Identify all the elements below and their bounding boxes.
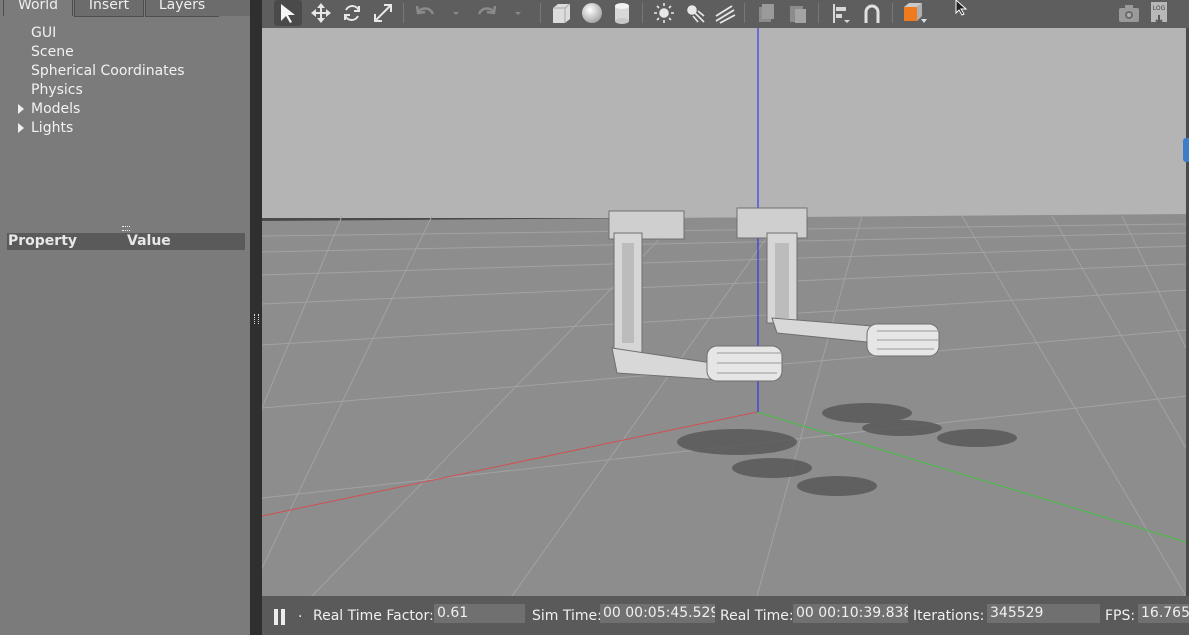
toolbar-separator — [540, 3, 541, 23]
screenshot-icon[interactable] — [1116, 0, 1142, 26]
snap-icon[interactable] — [859, 0, 885, 26]
expand-arrow-icon[interactable] — [18, 123, 24, 133]
paste-icon[interactable] — [786, 0, 810, 26]
sphere-icon[interactable] — [579, 0, 605, 26]
expand-arrow-icon[interactable] — [18, 104, 24, 114]
log-icon[interactable]: LOG — [1146, 0, 1172, 26]
property-column-header[interactable]: Property — [8, 233, 77, 249]
real-time-factor-label: Real Time Factor: — [313, 608, 434, 624]
redo-history-dropdown[interactable] — [512, 0, 524, 26]
align-icon[interactable] — [828, 0, 854, 26]
spot-light-icon[interactable] — [682, 0, 708, 26]
fps-value: 16.765 — [1138, 604, 1189, 623]
log-icon-label: LOG — [1153, 5, 1166, 12]
tree-item-physics[interactable]: Physics — [31, 82, 83, 99]
tree-item-scene[interactable]: Scene — [31, 44, 74, 61]
tab-world[interactable]: World — [3, 0, 73, 16]
value-column-header[interactable]: Value — [127, 233, 171, 249]
toolbar-separator — [642, 3, 643, 23]
status-bar: . Real Time Factor: 0.61 Sim Time: 00 00… — [262, 596, 1189, 635]
sky — [262, 28, 1186, 218]
tab-layers[interactable]: Layers — [145, 0, 219, 17]
property-table-header: Property Value — [7, 233, 245, 250]
toolbar: LOG — [262, 0, 1189, 28]
tab-bar-filler — [218, 0, 250, 16]
point-light-icon[interactable] — [651, 0, 677, 26]
cylinder-icon[interactable] — [609, 0, 635, 26]
panel-splitter[interactable] — [250, 0, 262, 635]
pause-button[interactable] — [274, 609, 286, 625]
ground-plane — [262, 214, 1186, 596]
translate-icon[interactable] — [308, 0, 334, 26]
iterations-value: 345529 — [987, 604, 1100, 623]
right-panel-toggle[interactable] — [1183, 138, 1189, 162]
sim-time-label: Sim Time: — [532, 608, 602, 624]
toolbar-separator — [818, 3, 819, 23]
toolbar-separator — [744, 3, 745, 23]
toolbar-separator — [892, 3, 893, 23]
select-arrow-icon[interactable] — [274, 0, 302, 26]
real-time-label: Real Time: — [720, 608, 794, 624]
copy-icon[interactable] — [754, 0, 778, 26]
left-panel: World Insert Layers GUI Scene Spherical … — [0, 0, 250, 635]
fps-label: FPS: — [1105, 608, 1136, 624]
tab-insert[interactable]: Insert — [74, 0, 144, 17]
real-time-factor-value: 0.61 — [434, 604, 525, 623]
undo-history-dropdown[interactable] — [450, 0, 462, 26]
panel-resize-handle[interactable] — [122, 226, 130, 231]
view-angle-icon[interactable] — [900, 0, 930, 26]
tree-item-lights[interactable]: Lights — [31, 120, 73, 137]
redo-icon[interactable] — [474, 0, 500, 26]
tree-item-models[interactable]: Models — [31, 101, 80, 118]
real-time-value: 00 00:10:39.838 — [793, 604, 908, 623]
toolbar-separator — [403, 3, 404, 23]
step-button[interactable]: . — [298, 605, 302, 621]
undo-icon[interactable] — [412, 0, 438, 26]
rotate-icon[interactable] — [339, 0, 365, 26]
splitter-grip-icon[interactable] — [254, 314, 259, 324]
directional-light-icon[interactable] — [712, 0, 738, 26]
sim-time-value: 00 00:05:45.529 — [600, 604, 715, 623]
scene-viewport[interactable] — [262, 28, 1186, 596]
iterations-label: Iterations: — [913, 608, 985, 624]
mouse-cursor-icon — [955, 0, 969, 20]
box-icon[interactable] — [548, 0, 574, 26]
scale-icon[interactable] — [370, 0, 396, 26]
tree-item-gui[interactable]: GUI — [31, 25, 56, 42]
tree-item-spherical-coordinates[interactable]: Spherical Coordinates — [31, 63, 185, 80]
